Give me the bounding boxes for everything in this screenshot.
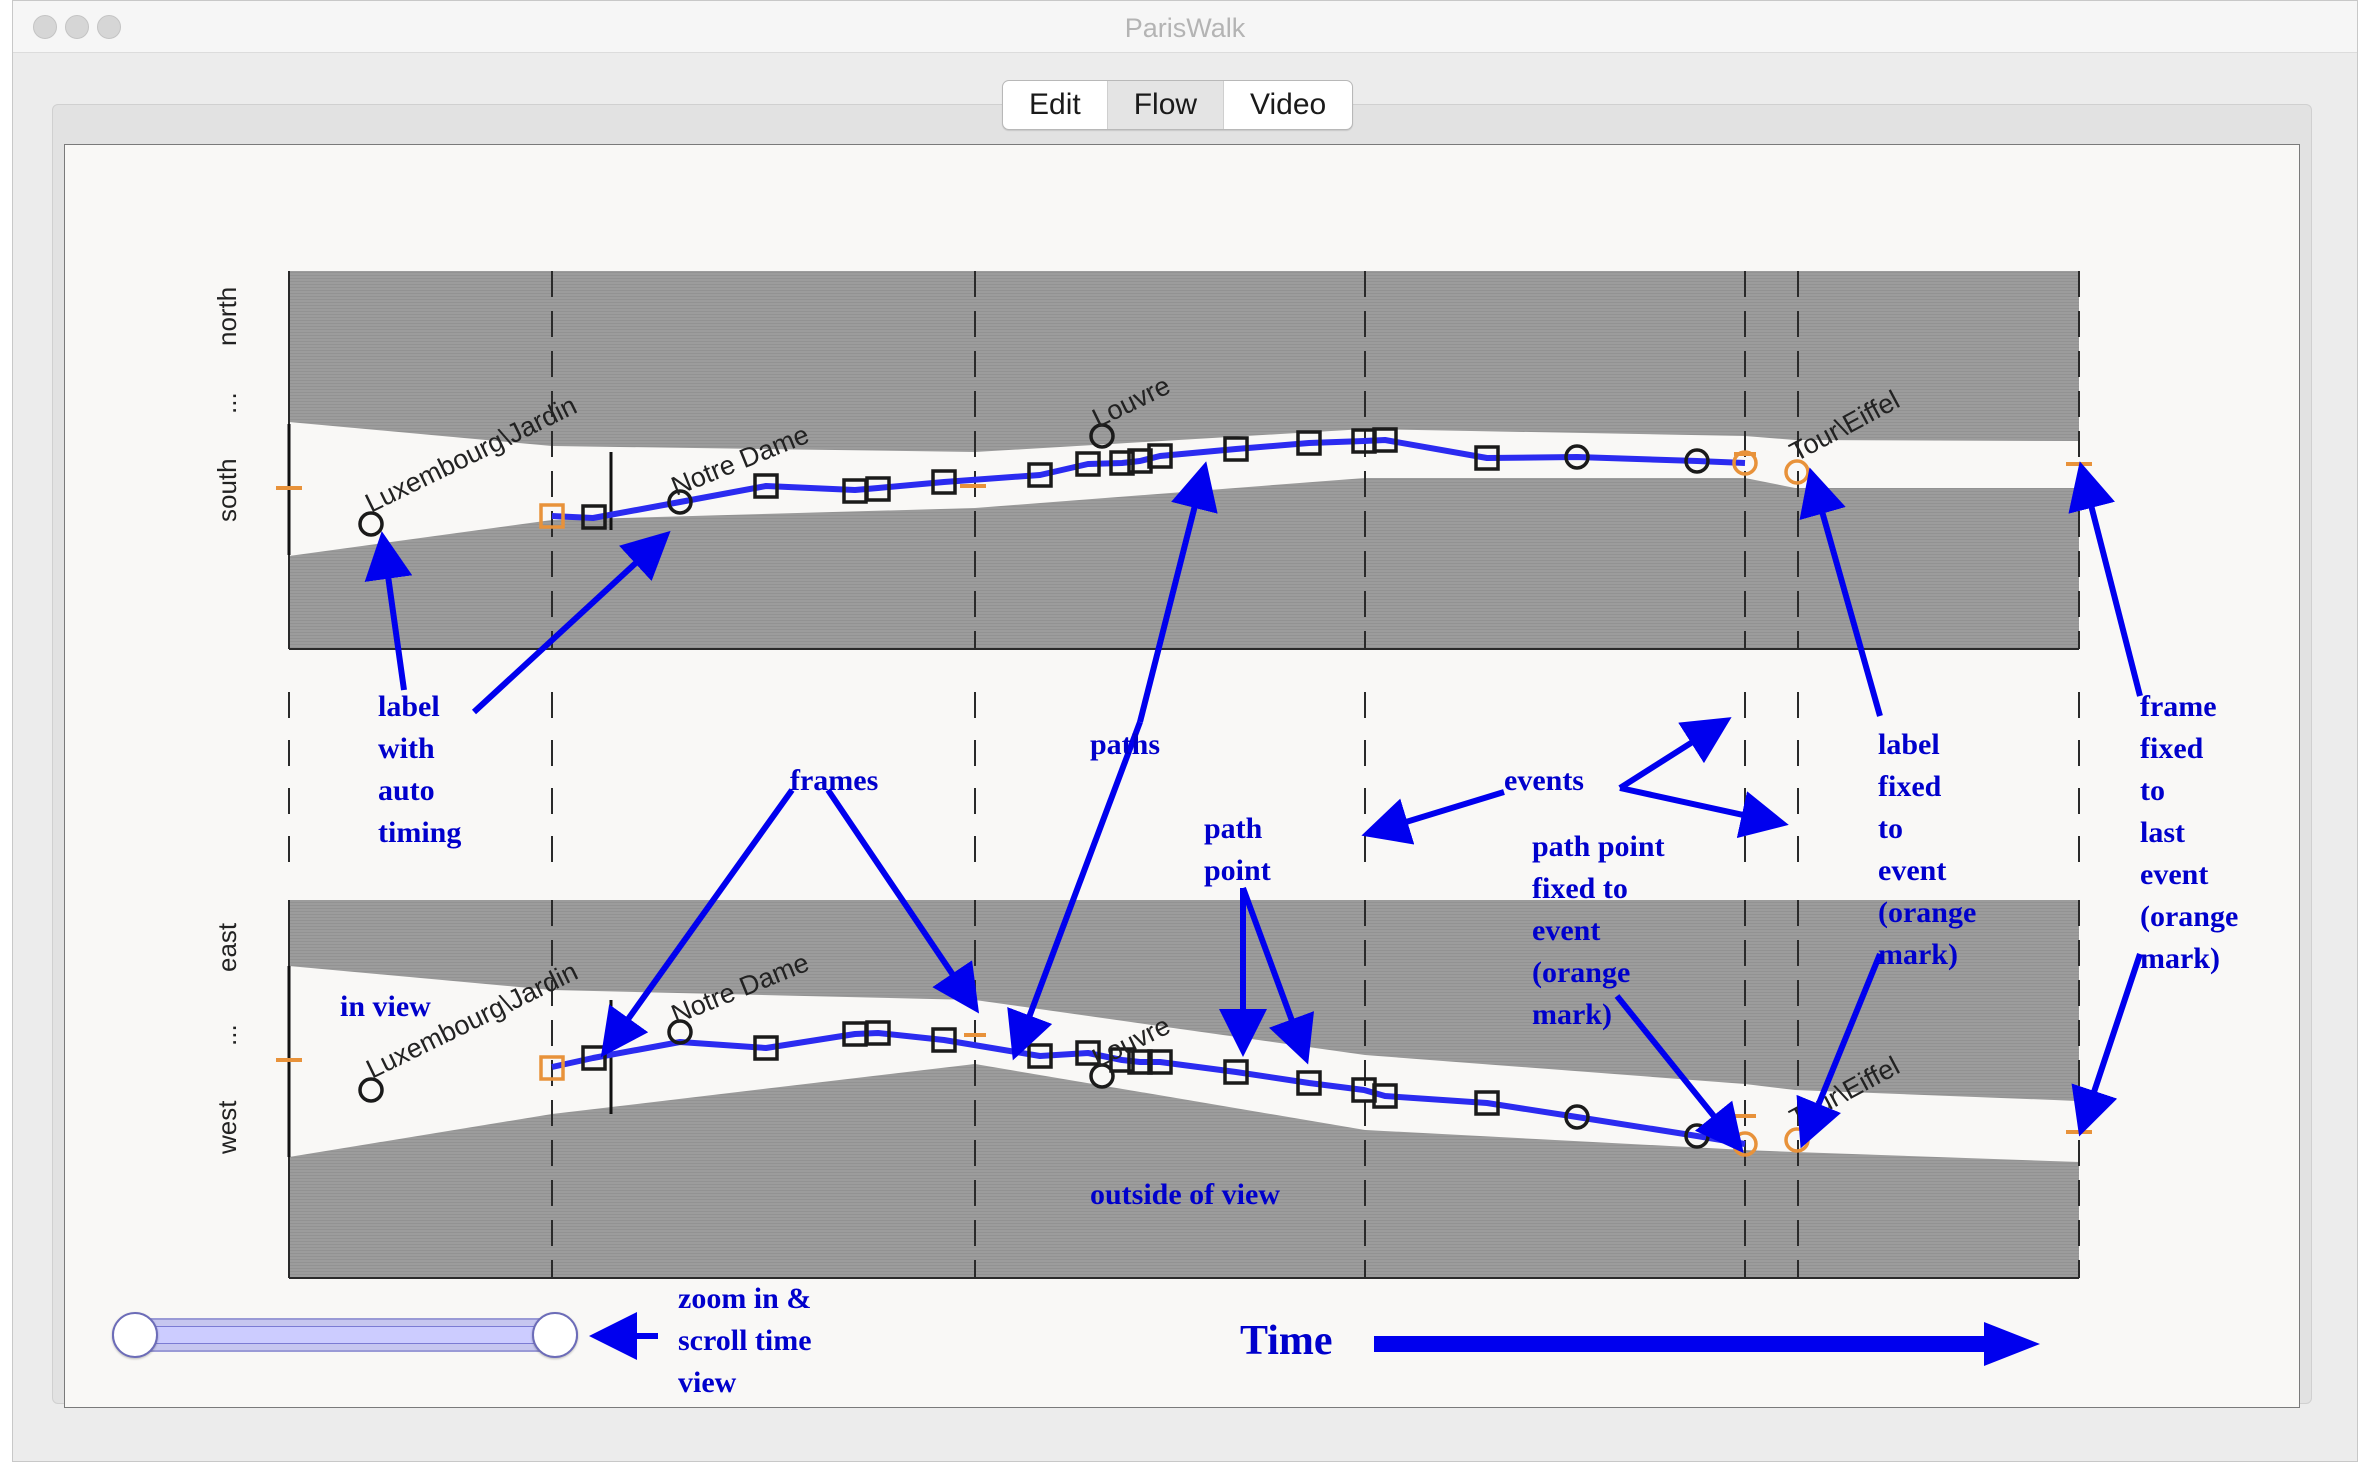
annot-events: events (1504, 764, 1584, 797)
annot-label-auto-1: label (378, 690, 440, 723)
slider-end-handle[interactable] (532, 1312, 578, 1358)
annot-label-fixed-3: to (1878, 812, 1903, 845)
bottom-plot: Luxembourg\Jardin Notre Dame Louvre Tour… (212, 900, 2092, 1279)
annot-frame-fixed-5: event (2140, 858, 2208, 891)
annot-in-view: in view (340, 990, 431, 1023)
annot-label-fixed-6: mark) (1878, 938, 1958, 971)
annot-label-fixed-2: fixed (1878, 770, 1942, 803)
annot-fixed-point-1: path point (1532, 830, 1665, 863)
annot-frame-fixed-3: to (2140, 774, 2165, 807)
annot-label-auto-3: auto (378, 774, 435, 807)
annot-label-fixed-5: (orange (1878, 896, 1976, 929)
annot-fixed-point-5: mark) (1532, 998, 1612, 1031)
top-axis-ellipsis: ... (212, 392, 242, 414)
bottom-axis-west: west (212, 1100, 242, 1155)
top-axis-north: north (212, 287, 242, 346)
annot-path-point-1: path (1204, 812, 1263, 845)
annot-label-fixed-4: event (1878, 854, 1946, 887)
annot-time: Time (1240, 1318, 1333, 1364)
annot-frame-fixed-7: mark) (2140, 942, 2220, 975)
between-event-lines (288, 692, 2080, 872)
annot-paths: paths (1090, 728, 1160, 761)
annot-frames: frames (790, 764, 878, 797)
top-plot: Luxembourg\Jardin Notre Dame Louvre Tour… (212, 271, 2092, 650)
annot-zoom-3: view (678, 1366, 737, 1399)
annot-frame-fixed-4: last (2140, 816, 2185, 849)
bottom-axis-ellipsis: ... (212, 1024, 242, 1046)
annot-label-fixed-1: label (1878, 728, 1940, 761)
annot-label-auto-4: timing (378, 816, 461, 849)
flow-canvas[interactable]: Luxembourg\Jardin Notre Dame Louvre Tour… (0, 0, 2362, 1470)
time-arrow-head (1984, 1322, 2040, 1366)
annot-fixed-point-3: event (1532, 914, 1600, 947)
annot-label-auto-2: with (378, 732, 435, 765)
annot-fixed-point-4: (orange (1532, 956, 1630, 989)
annot-zoom-1: zoom in & (678, 1282, 811, 1315)
annot-frame-fixed-2: fixed (2140, 732, 2204, 765)
slider-range[interactable] (134, 1326, 554, 1344)
annot-zoom-2: scroll time (678, 1324, 812, 1357)
annot-outside-view: outside of view (1090, 1178, 1280, 1211)
annot-fixed-point-2: fixed to (1532, 872, 1628, 905)
slider-start-handle[interactable] (112, 1312, 158, 1358)
annot-path-point-2: point (1204, 854, 1271, 887)
annot-frame-fixed-6: (orange (2140, 900, 2238, 933)
bottom-axis-east: east (212, 922, 242, 972)
annot-frame-fixed-1: frame (2140, 690, 2217, 723)
time-zoom-slider[interactable] (112, 1312, 578, 1358)
top-axis-south: south (212, 458, 242, 522)
